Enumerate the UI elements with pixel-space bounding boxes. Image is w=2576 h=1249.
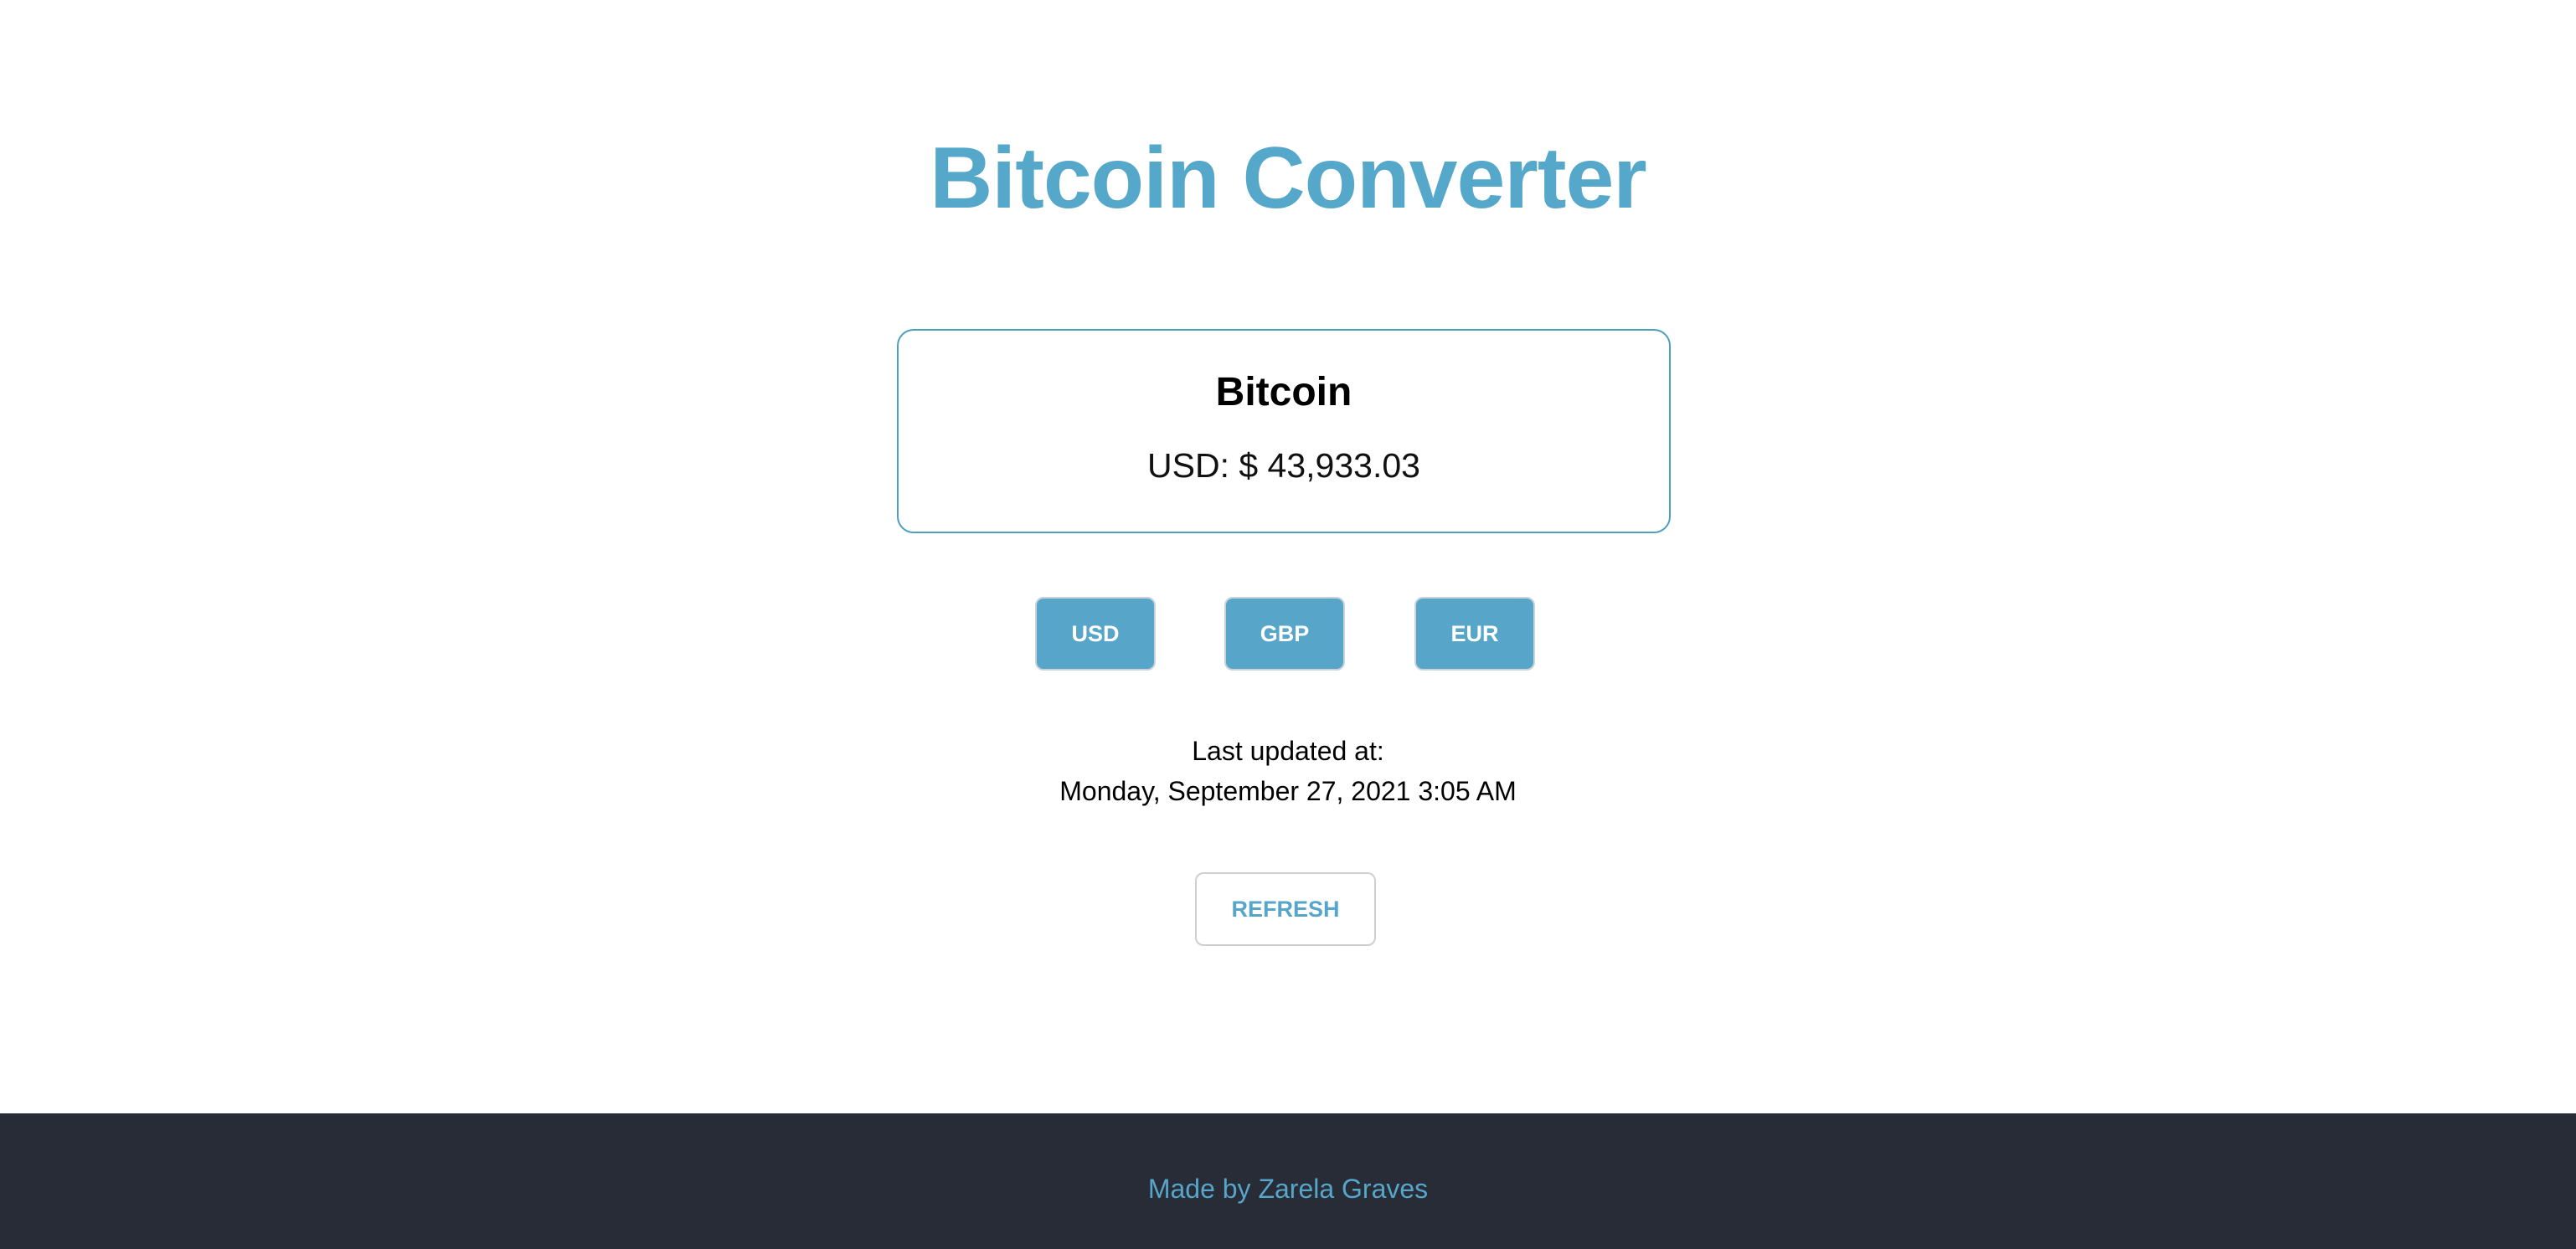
footer: Made by Zarela Graves bbox=[0, 1113, 2576, 1249]
card-title: Bitcoin bbox=[1215, 370, 1352, 414]
main-content: Bitcoin Converter Bitcoin USD: $ 43,933.… bbox=[0, 0, 2576, 1113]
footer-credit-link[interactable]: Made by Zarela Graves bbox=[0, 1170, 2576, 1207]
usd-button[interactable]: USD bbox=[1035, 597, 1156, 671]
last-updated-label: Last updated at: bbox=[1192, 736, 1384, 766]
price-card: Bitcoin USD: $ 43,933.03 bbox=[897, 329, 1671, 533]
page-title: Bitcoin Converter bbox=[930, 130, 1647, 227]
price-value: USD: $ 43,933.03 bbox=[1147, 446, 1420, 485]
refresh-button[interactable]: REFRESH bbox=[1195, 872, 1376, 946]
gbp-button[interactable]: GBP bbox=[1224, 597, 1345, 671]
last-updated-timestamp: Monday, September 27, 2021 3:05 AM bbox=[1059, 776, 1517, 806]
page: Bitcoin Converter Bitcoin USD: $ 43,933.… bbox=[0, 0, 2576, 1249]
eur-button[interactable]: EUR bbox=[1414, 597, 1535, 671]
